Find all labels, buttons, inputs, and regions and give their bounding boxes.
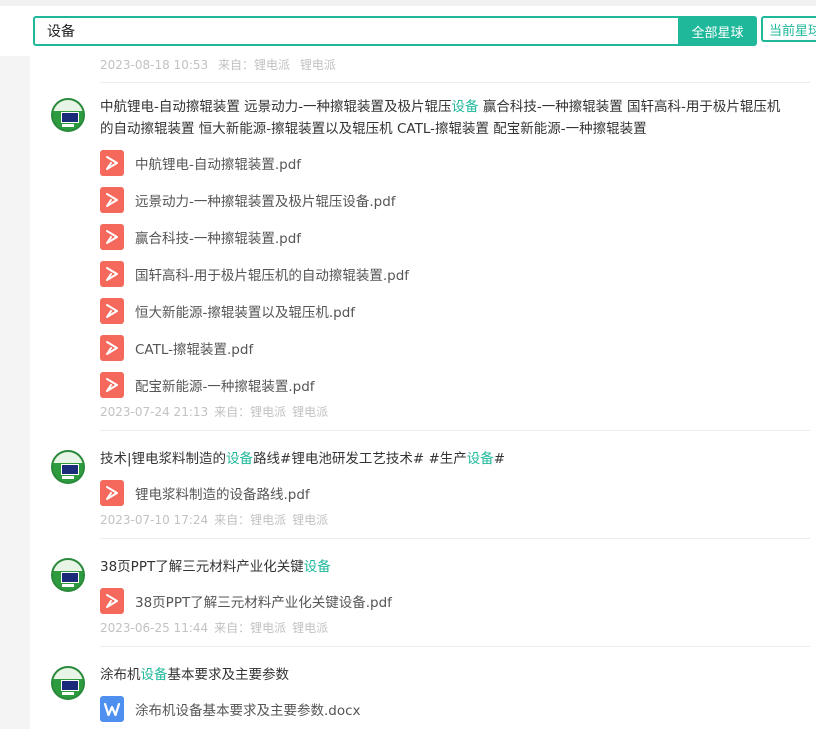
pdf-file-icon <box>100 372 124 398</box>
attachment-name[interactable]: 中航锂电-自动擦辊装置.pdf <box>135 153 301 173</box>
pdf-file-icon <box>100 480 124 506</box>
attachment-name[interactable]: 国轩高科-用于极片辊压机的自动擦辊装置.pdf <box>135 264 409 284</box>
divider <box>100 82 810 83</box>
post-source[interactable]: 来自：锂电派 <box>214 405 286 419</box>
post-date: 2023-08-18 10:53 <box>100 58 209 72</box>
keyword-highlight: 设备 <box>466 451 494 467</box>
title-text: 技术|锂电浆料制造的 <box>100 451 227 467</box>
post-title[interactable]: 中航锂电-自动擦辊装置 远景动力-一种擦辊装置及极片辊压设备 赢合科技-一种擦辊… <box>100 96 790 140</box>
left-gutter <box>0 56 30 729</box>
post-title[interactable]: 38页PPT了解三元材料产业化关键设备 <box>100 556 790 578</box>
pdf-file-icon <box>100 187 124 213</box>
post-source[interactable]: 来自：锂电派 <box>214 621 286 635</box>
title-text: 38页PPT了解三元材料产业化关键 <box>100 559 304 575</box>
search-current-planet-button[interactable]: 当前星球 <box>761 16 816 42</box>
post-meta: 2023-06-25 11:44 来自：锂电派 锂电派 <box>100 619 334 636</box>
search-bar: 全部星球 当前星球 <box>0 6 816 56</box>
title-text: 基本要求及主要参数 <box>167 667 290 683</box>
search-input[interactable] <box>33 16 693 46</box>
post-author[interactable]: 锂电派 <box>300 58 336 72</box>
post-source[interactable]: 来自：锂电派 <box>218 58 290 72</box>
divider <box>100 430 810 431</box>
attachment-name[interactable]: 锂电浆料制造的设备路线.pdf <box>135 483 310 503</box>
keyword-highlight: 设备 <box>451 99 479 115</box>
author-avatar[interactable] <box>51 98 85 132</box>
post-date: 2023-06-25 11:44 <box>100 621 209 635</box>
attachment-name[interactable]: 涂布机设备基本要求及主要参数.docx <box>135 699 361 719</box>
attachment-name[interactable]: 赢合科技-一种擦辊装置.pdf <box>135 227 301 247</box>
pdf-file-icon <box>100 335 124 361</box>
attachment-file[interactable]: 锂电浆料制造的设备路线.pdf <box>100 480 310 506</box>
attachment-name[interactable]: CATL-擦辊装置.pdf <box>135 338 253 358</box>
title-text: 中航锂电-自动擦辊装置 远景动力-一种擦辊装置及极片辊压 <box>100 99 452 115</box>
post-meta: 2023-07-24 21:13 来自：锂电派 锂电派 <box>100 403 334 420</box>
attachment-file[interactable]: 恒大新能源-擦辊装置以及辊压机.pdf <box>100 298 355 324</box>
attachment-file[interactable]: 远景动力-一种擦辊装置及极片辊压设备.pdf <box>100 187 396 213</box>
post-author[interactable]: 锂电派 <box>292 621 328 635</box>
attachment-name[interactable]: 远景动力-一种擦辊装置及极片辊压设备.pdf <box>135 190 396 210</box>
post-meta: 2023-08-18 10:53 来自：锂电派 锂电派 <box>100 56 342 73</box>
author-avatar[interactable] <box>51 450 85 484</box>
attachment-file[interactable]: 配宝新能源-一种擦辊装置.pdf <box>100 372 315 398</box>
keyword-highlight: 设备 <box>140 667 168 683</box>
pdf-file-icon <box>100 298 124 324</box>
attachment-name[interactable]: 配宝新能源-一种擦辊装置.pdf <box>135 375 315 395</box>
title-text: 路线#锂电池研发工艺技术# #生产 <box>253 451 467 467</box>
attachment-file[interactable]: CATL-擦辊装置.pdf <box>100 335 253 361</box>
post-meta: 2023-07-10 17:24 来自：锂电派 锂电派 <box>100 511 334 528</box>
attachment-name[interactable]: 38页PPT了解三元材料产业化关键设备.pdf <box>135 591 392 611</box>
attachment-file[interactable]: 中航锂电-自动擦辊装置.pdf <box>100 150 301 176</box>
pdf-file-icon <box>100 150 124 176</box>
pdf-file-icon <box>100 588 124 614</box>
keyword-highlight: 设备 <box>303 559 331 575</box>
divider <box>100 646 810 647</box>
attachment-file[interactable]: 涂布机设备基本要求及主要参数.docx <box>100 696 361 722</box>
attachment-file[interactable]: 赢合科技-一种擦辊装置.pdf <box>100 224 301 250</box>
docx-file-icon <box>100 696 124 722</box>
post-author[interactable]: 锂电派 <box>292 513 328 527</box>
keyword-highlight: 设备 <box>226 451 254 467</box>
post-title[interactable]: 涂布机设备基本要求及主要参数 <box>100 664 790 686</box>
post-author[interactable]: 锂电派 <box>292 405 328 419</box>
title-text: 涂布机 <box>100 667 141 683</box>
divider <box>100 538 810 539</box>
author-avatar[interactable] <box>51 666 85 700</box>
post-date: 2023-07-10 17:24 <box>100 513 209 527</box>
attachment-name[interactable]: 恒大新能源-擦辊装置以及辊压机.pdf <box>135 301 355 321</box>
attachment-file[interactable]: 38页PPT了解三元材料产业化关键设备.pdf <box>100 588 392 614</box>
attachment-file[interactable]: 国轩高科-用于极片辊压机的自动擦辊装置.pdf <box>100 261 409 287</box>
search-results: 2023-08-18 10:53 来自：锂电派 锂电派 中航锂电-自动擦辊装置 … <box>30 56 816 729</box>
author-avatar[interactable] <box>51 558 85 592</box>
search-all-planets-button[interactable]: 全部星球 <box>678 16 757 46</box>
pdf-file-icon <box>100 261 124 287</box>
pdf-file-icon <box>100 224 124 250</box>
post-date: 2023-07-24 21:13 <box>100 405 209 419</box>
post-source[interactable]: 来自：锂电派 <box>214 513 286 527</box>
post-title[interactable]: 技术|锂电浆料制造的设备路线#锂电池研发工艺技术# #生产设备# <box>100 448 790 470</box>
title-text: # <box>493 451 506 467</box>
